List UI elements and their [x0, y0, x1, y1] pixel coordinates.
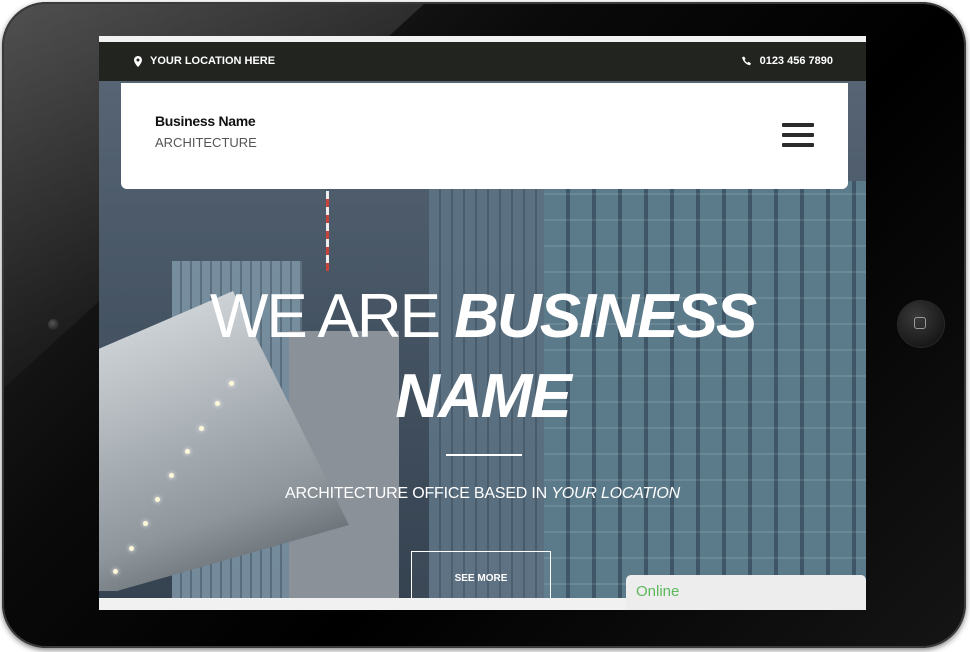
background-antenna	[326, 191, 329, 271]
navbar: Business Name ARCHITECTURE	[121, 83, 848, 189]
brand-subtitle: ARCHITECTURE	[155, 135, 257, 150]
hero-title-bold: BUSINESS	[454, 282, 757, 351]
brand-name[interactable]: Business Name	[155, 113, 256, 129]
hero-title-line-1: WE ARE BUSINESS	[99, 284, 866, 350]
location-info: YOUR LOCATION HERE	[134, 55, 275, 67]
hero-subtitle: ARCHITECTURE OFFICE BASED IN YOUR LOCATI…	[99, 485, 866, 503]
see-more-button[interactable]: SEE MORE	[411, 551, 551, 601]
phone-info[interactable]: 0123 456 7890	[741, 55, 833, 67]
chat-status-label: Online	[636, 583, 680, 600]
phone-icon	[741, 56, 751, 66]
hero-title-line-2: NAME	[395, 362, 572, 431]
hero-subtitle-text: ARCHITECTURE OFFICE BASED IN	[285, 485, 548, 502]
hamburger-menu-icon[interactable]	[782, 123, 814, 149]
map-marker-icon	[134, 55, 142, 67]
hero-title-light: WE ARE	[209, 282, 441, 351]
location-text: YOUR LOCATION HERE	[150, 55, 276, 67]
chat-widget-tab[interactable]: Online	[626, 575, 866, 610]
top-info-bar: YOUR LOCATION HERE 0123 456 7890	[99, 42, 866, 81]
home-button-icon[interactable]	[898, 301, 944, 347]
tablet-screen: YOUR LOCATION HERE 0123 456 7890 Busines…	[99, 36, 866, 610]
phone-number: 0123 456 7890	[759, 55, 833, 67]
hero-subtitle-location: YOUR LOCATION	[551, 485, 680, 502]
hero-divider	[446, 454, 522, 456]
camera-icon	[48, 319, 59, 330]
